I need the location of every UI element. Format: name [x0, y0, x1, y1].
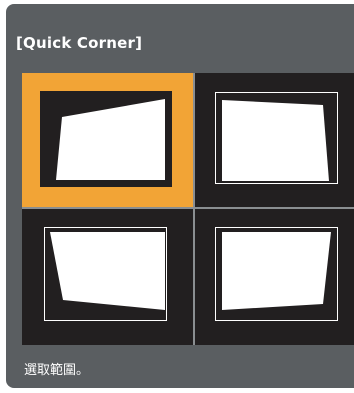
dialog-title: [Quick Corner]	[16, 34, 143, 52]
corner-selection-grid	[22, 73, 354, 345]
keystone-bottom-left-icon	[44, 227, 167, 321]
quick-corner-dialog: [Quick Corner] 選取範圍。	[6, 4, 354, 388]
status-hint: 選取範圍。	[24, 363, 90, 378]
corner-option-bottom-right[interactable]	[195, 209, 354, 345]
keystone-bottom-right-icon	[215, 227, 338, 321]
keystone-top-left-icon	[40, 91, 172, 187]
keystone-top-right-icon	[215, 92, 338, 184]
corner-option-top-left[interactable]	[22, 73, 193, 207]
corner-option-bottom-left[interactable]	[22, 209, 193, 345]
corner-option-top-right[interactable]	[195, 73, 354, 207]
